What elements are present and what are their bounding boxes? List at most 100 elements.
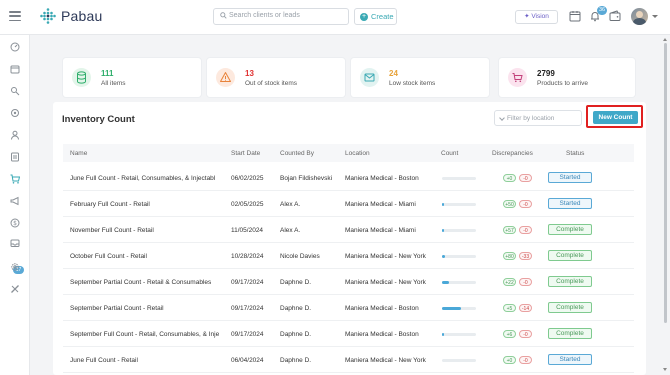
vision-button[interactable]: ✦ Vision — [515, 10, 558, 24]
cart-icon[interactable] — [10, 174, 20, 184]
row-location: Maniera Medical - Miami — [345, 227, 416, 234]
stat-value: 13 — [245, 69, 254, 78]
column-header-location[interactable]: Location — [345, 150, 370, 157]
discrepancy-positive-badge: +50 — [503, 200, 516, 208]
table-row[interactable]: February Full Count - Retail 02/05/2025 Al… — [63, 191, 634, 217]
status-badge: Complete — [548, 328, 592, 339]
menu-icon[interactable] — [9, 11, 21, 21]
discrepancy-negative-badge: -0 — [519, 330, 532, 338]
stat-label: Products to arrive — [537, 80, 588, 87]
page-title: Inventory Count — [62, 114, 135, 125]
count-progress-fill — [442, 255, 446, 258]
stat-card-out-of-stock[interactable]: 13 Out of stock items — [207, 58, 345, 97]
table-header: Name Start Date Counted By Location Coun… — [63, 144, 634, 162]
row-name: September Full Count - Retail, Consumabl… — [70, 331, 220, 338]
search-input[interactable]: Search clients or leads — [213, 8, 349, 25]
discrepancy-negative-badge: -33 — [519, 252, 532, 260]
scroll-thumb[interactable] — [664, 43, 667, 323]
count-progress-bar — [442, 255, 476, 258]
mail-icon — [360, 68, 379, 87]
discrepancy-positive-badge: +6 — [503, 330, 516, 338]
stat-value: 24 — [389, 69, 398, 78]
count-progress-bar — [442, 229, 476, 232]
marketing-icon[interactable] — [10, 196, 20, 206]
leads-icon[interactable] — [10, 108, 20, 118]
table-row[interactable]: September Full Count - Retail, Consumabl… — [63, 321, 634, 347]
count-progress-bar — [442, 359, 476, 362]
calendar-icon[interactable] — [10, 64, 20, 74]
status-badge: Started — [548, 354, 592, 365]
count-progress-bar — [442, 307, 476, 310]
row-location: Maniera Medical - Boston — [345, 175, 419, 182]
dashboard-icon[interactable] — [10, 42, 20, 52]
stat-card-all-items[interactable]: 111 All items — [63, 58, 201, 97]
scrollbar[interactable] — [663, 38, 668, 373]
count-progress-bar — [442, 177, 476, 180]
chevron-down-icon[interactable] — [652, 15, 658, 18]
financial-icon[interactable]: $ — [10, 218, 20, 228]
discrepancy-positive-badge: +57 — [503, 226, 516, 234]
stat-card-low-stock[interactable]: 24 Low stock items — [351, 58, 489, 97]
stat-value: 2799 — [537, 69, 555, 78]
row-location: Maniera Medical - New York — [345, 357, 426, 364]
discrepancy-negative-badge: -0 — [519, 226, 532, 234]
table-row[interactable]: June Full Count - Retail, Consumables, &… — [63, 165, 634, 191]
highlight-box: New Count — [586, 105, 643, 128]
row-location: Maniera Medical - New York — [345, 253, 426, 260]
clients-icon[interactable] — [10, 86, 20, 96]
stat-label: Out of stock items — [245, 80, 298, 87]
count-progress-fill — [442, 307, 461, 310]
stat-value: 111 — [101, 69, 114, 78]
table-row[interactable]: September Partial Count - Retail 09/17/20… — [63, 295, 634, 321]
row-start-date: 09/17/2024 — [231, 331, 264, 338]
reports-icon[interactable] — [10, 152, 20, 162]
row-name: November Full Count - Retail — [70, 227, 154, 234]
chevron-down-icon — [499, 115, 505, 121]
column-header-count[interactable]: Count — [441, 150, 458, 157]
row-counted-by: Daphne D. — [280, 305, 312, 312]
create-button[interactable]: + Create — [354, 8, 397, 25]
notification-badge: 36 — [597, 6, 607, 15]
count-progress-bar — [442, 203, 476, 206]
new-count-button[interactable]: New Count — [593, 111, 638, 124]
count-progress-fill — [442, 333, 444, 336]
column-header-start-date[interactable]: Start Date — [231, 150, 260, 157]
row-start-date: 11/05/2024 — [231, 227, 264, 234]
discrepancy-negative-badge: -0 — [519, 200, 532, 208]
cart-arrow-icon — [508, 68, 527, 87]
table-row[interactable]: November Full Count - Retail 11/05/2024 Al… — [63, 217, 634, 243]
column-header-name[interactable]: Name — [70, 150, 87, 157]
row-counted-by: Nicole Davies — [280, 253, 320, 260]
location-filter[interactable]: Filter by location — [494, 110, 582, 126]
count-progress-fill — [442, 281, 450, 284]
row-start-date: 06/04/2024 — [231, 357, 264, 364]
settings-icon[interactable] — [10, 262, 20, 272]
vision-label: Vision — [531, 13, 549, 20]
discrepancy-positive-badge: +80 — [503, 252, 516, 260]
user-icon[interactable] — [10, 130, 20, 140]
row-counted-by: Bojan Fildishevski — [280, 175, 333, 182]
stat-card-products-to-arrive[interactable]: 2799 Products to arrive — [499, 58, 635, 97]
table-row[interactable]: June Full Count - Retail 06/04/2024 Daphne… — [63, 347, 634, 373]
tools-icon[interactable] — [10, 284, 20, 294]
discrepancy-negative-badge: -0 — [519, 356, 532, 364]
inbox-icon[interactable] — [10, 238, 20, 248]
table-row[interactable]: October Full Count - Retail 10/28/2024 Nic… — [63, 243, 634, 269]
logo[interactable]: Pabau — [40, 8, 102, 24]
app-name: Pabau — [61, 8, 103, 24]
calendar-icon[interactable] — [569, 10, 581, 22]
row-counted-by: Alex A. — [280, 227, 301, 234]
scroll-up-icon[interactable] — [663, 38, 667, 41]
row-start-date: 10/28/2024 — [231, 253, 264, 260]
discrepancy-positive-badge: +0 — [503, 174, 516, 182]
scroll-down-icon[interactable] — [663, 368, 667, 371]
avatar[interactable] — [631, 8, 648, 25]
row-start-date: 02/05/2025 — [231, 201, 264, 208]
wallet-icon[interactable] — [609, 10, 621, 22]
warning-icon — [216, 68, 235, 87]
column-header-status[interactable]: Status — [566, 150, 584, 157]
column-header-counted-by[interactable]: Counted By — [280, 150, 314, 157]
column-header-discrepancies[interactable]: Discrepancies — [492, 150, 533, 157]
row-location: Maniera Medical - Miami — [345, 201, 416, 208]
table-row[interactable]: September Partial Count - Retail & Consu… — [63, 269, 634, 295]
